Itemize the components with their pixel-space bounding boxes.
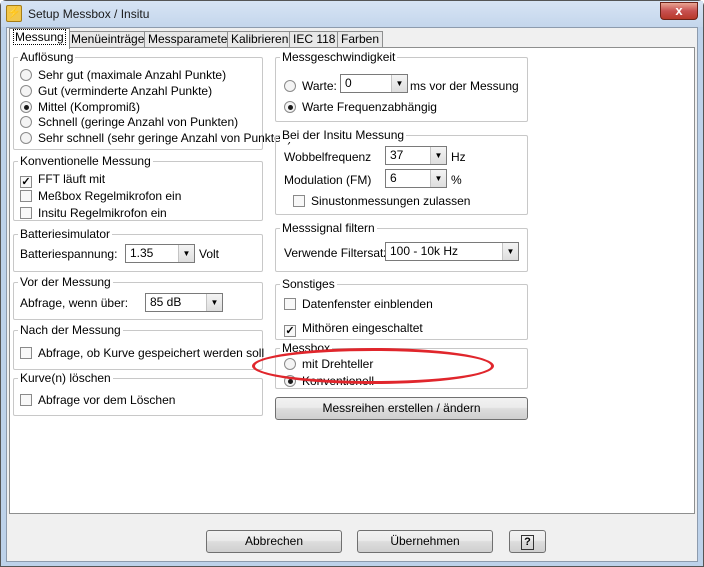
checkbox-mithoeren[interactable]: ✓ Mithören eingeschaltet <box>284 321 423 337</box>
radio-button[interactable] <box>284 358 296 370</box>
chevron-down-icon[interactable]: ▼ <box>206 294 222 311</box>
title-bar[interactable]: ⚡ Setup Messbox / Insitu x <box>1 1 703 27</box>
group-konventionell: Konventionelle Messung ✓ FFT läuft mit Me… <box>13 154 263 221</box>
group-title-batterie: Batteriesimulator <box>18 227 113 241</box>
group-insitu: Bei der Insitu Messung Wobbelfrequenz 37… <box>275 128 528 215</box>
chevron-down-icon[interactable]: ▼ <box>430 147 446 164</box>
filtersatz-select[interactable]: 100 - 10k Hz ▼ <box>385 242 519 261</box>
group-title-aufloesung: Auflösung <box>18 50 76 64</box>
batterie-unit: Volt <box>199 247 220 261</box>
abfrage-select[interactable]: 85 dB ▼ <box>145 293 223 312</box>
tab-iec118[interactable]: IEC 118 <box>289 31 340 48</box>
help-button[interactable]: ? <box>509 530 546 553</box>
help-icon: ? <box>521 535 534 550</box>
checkbox-sinuston[interactable]: Sinustonmessungen zulassen <box>293 194 470 208</box>
chevron-down-icon[interactable]: ▼ <box>430 170 446 187</box>
tab-farben[interactable]: Farben <box>337 31 384 48</box>
modulation-select[interactable]: 6 ▼ <box>385 169 447 188</box>
checkbox-fft[interactable]: ✓ FFT läuft mit <box>20 172 105 188</box>
checkbox[interactable] <box>20 207 32 219</box>
window-title: Setup Messbox / Insitu <box>28 7 150 21</box>
radio-warte-frequenzabhaengig[interactable]: Warte Frequenzabhängig <box>284 100 437 114</box>
checkbox-messbox-regelmikrofon[interactable]: Meßbox Regelmikrofon ein <box>20 189 181 203</box>
checkbox-datenfenster[interactable]: Datenfenster einblenden <box>284 297 433 311</box>
messreihen-button[interactable]: Messreihen erstellen / ändern <box>275 397 528 420</box>
abfrage-label: Abfrage, wenn über: <box>20 296 129 310</box>
tab-messparameter[interactable]: Messparameter <box>144 31 236 48</box>
group-title-geschwindigkeit: Messgeschwindigkeit <box>280 50 398 64</box>
group-title-messbox: Messbox <box>280 341 333 355</box>
checkbox-abfrage-loeschen[interactable]: Abfrage vor dem Löschen <box>20 393 175 407</box>
checkbox[interactable] <box>284 298 296 310</box>
chevron-down-icon[interactable]: ▼ <box>391 75 407 92</box>
radio-mittel[interactable]: Mittel (Kompromiß) <box>20 100 140 114</box>
checkbox[interactable] <box>20 347 32 359</box>
wobbel-unit: Hz <box>451 150 466 164</box>
tab-menueintraege[interactable]: Menüeinträge <box>67 31 149 48</box>
close-button[interactable]: x <box>660 2 698 20</box>
chevron-down-icon[interactable]: ▼ <box>178 245 194 262</box>
group-title-filter: Messsignal filtern <box>280 221 377 235</box>
batteriespannung-label: Batteriespannung: <box>20 247 118 261</box>
apply-button[interactable]: Übernehmen <box>357 530 493 553</box>
checkbox-insitu-regelmikrofon[interactable]: Insitu Regelmikrofon ein <box>20 206 167 220</box>
wobbelfrequenz-label: Wobbelfrequenz <box>284 150 372 164</box>
radio-sehr-gut[interactable]: Sehr gut (maximale Anzahl Punkte) <box>20 68 226 82</box>
group-title-nach: Nach der Messung <box>18 323 123 337</box>
radio-konventionell[interactable]: Konventionell <box>284 374 374 388</box>
dialog-client: Messung Menüeinträge Messparameter Kalib… <box>6 27 698 562</box>
radio-button[interactable] <box>20 85 32 97</box>
checkbox-kurve-speichern[interactable]: Abfrage, ob Kurve gespeichert werden sol… <box>20 346 264 360</box>
radio-drehteller[interactable]: mit Drehteller <box>284 357 373 371</box>
wobbelfrequenz-select[interactable]: 37 ▼ <box>385 146 447 165</box>
group-batterie: Batteriesimulator Batteriespannung: 1.35… <box>13 227 263 272</box>
setup-window: ⚡ Setup Messbox / Insitu x Messung Menüe… <box>0 0 704 567</box>
warte-suffix: ms vor der Messung <box>410 79 519 93</box>
batteriespannung-select[interactable]: 1.35 ▼ <box>125 244 195 263</box>
group-messbox: Messbox mit Drehteller Konventionell <box>275 341 528 389</box>
radio-schnell[interactable]: Schnell (geringe Anzahl von Punkten) <box>20 115 238 129</box>
group-vor-messung: Vor der Messung Abfrage, wenn über: 85 d… <box>13 275 263 320</box>
checkbox[interactable] <box>20 394 32 406</box>
tab-kalibrieren[interactable]: Kalibrieren <box>227 31 293 48</box>
filtersatz-label: Verwende Filtersatz: <box>284 246 393 260</box>
radio-button[interactable] <box>20 69 32 81</box>
group-title-konventionell: Konventionelle Messung <box>18 154 153 168</box>
group-title-vor: Vor der Messung <box>18 275 113 289</box>
group-filter: Messsignal filtern Verwende Filtersatz: … <box>275 221 528 272</box>
radio-button-selected[interactable] <box>284 375 296 387</box>
group-title-sonstiges: Sonstiges <box>280 277 337 291</box>
tab-strip: Messung Menüeinträge Messparameter Kalib… <box>7 28 697 49</box>
radio-button-selected[interactable] <box>284 101 296 113</box>
modulation-label: Modulation (FM) <box>284 173 372 187</box>
group-title-insitu: Bei der Insitu Messung <box>280 128 407 142</box>
radio-button[interactable] <box>20 132 32 144</box>
checkbox-checked[interactable]: ✓ <box>284 325 296 337</box>
group-kurve-loeschen: Kurve(n) löschen Abfrage vor dem Löschen <box>13 371 263 416</box>
app-icon: ⚡ <box>6 5 22 22</box>
tab-messung[interactable]: Messung <box>9 28 70 49</box>
tab-page-messung: Auflösung Sehr gut (maximale Anzahl Punk… <box>9 47 695 514</box>
radio-button[interactable] <box>284 80 296 92</box>
cancel-button[interactable]: Abbrechen <box>206 530 342 553</box>
modulation-unit: % <box>451 173 462 187</box>
group-aufloesung: Auflösung Sehr gut (maximale Anzahl Punk… <box>13 50 291 150</box>
group-messgeschwindigkeit: Messgeschwindigkeit Warte: 0 ▼ ms vor der… <box>275 50 528 122</box>
checkbox[interactable] <box>293 195 305 207</box>
radio-warte[interactable]: Warte: <box>284 79 337 93</box>
radio-button[interactable] <box>20 116 32 128</box>
checkbox[interactable] <box>20 190 32 202</box>
group-sonstiges: Sonstiges Datenfenster einblenden ✓ Mithö… <box>275 277 528 340</box>
checkbox-checked[interactable]: ✓ <box>20 176 32 188</box>
radio-sehr-schnell[interactable]: Sehr schnell (sehr geringe Anzahl von Pu… <box>20 131 291 145</box>
group-nach-messung: Nach der Messung Abfrage, ob Kurve gespe… <box>13 323 264 370</box>
group-title-kurve: Kurve(n) löschen <box>18 371 113 385</box>
radio-gut[interactable]: Gut (verminderte Anzahl Punkte) <box>20 84 212 98</box>
chevron-down-icon[interactable]: ▼ <box>502 243 518 260</box>
radio-button-selected[interactable] <box>20 101 32 113</box>
warte-ms-select[interactable]: 0 ▼ <box>340 74 408 93</box>
